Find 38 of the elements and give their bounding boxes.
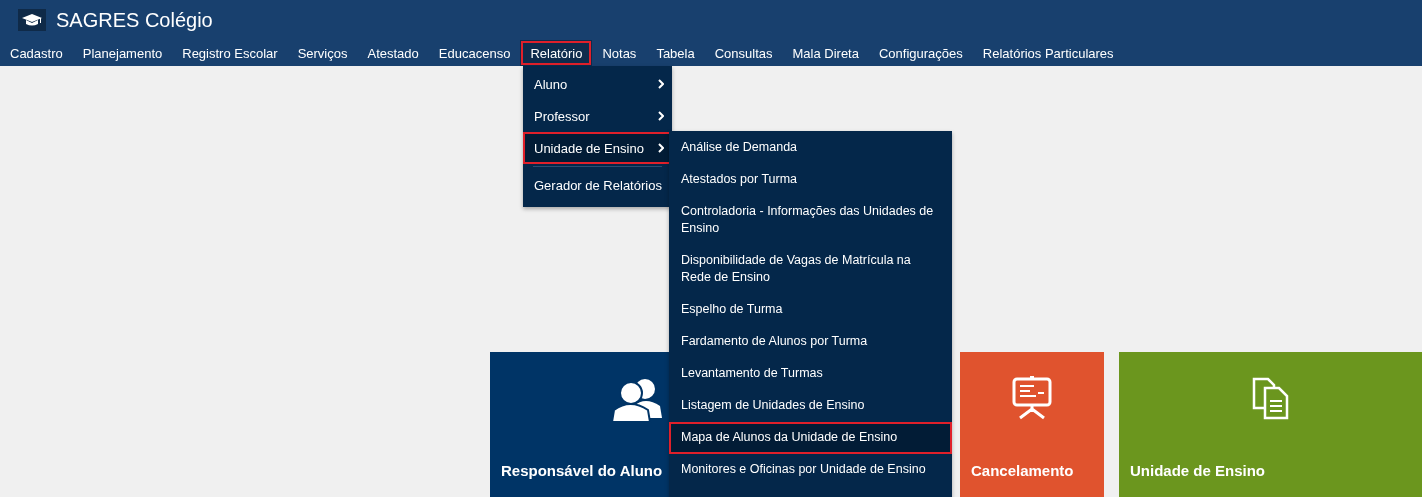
documents-icon: [1250, 376, 1291, 420]
menu-item[interactable]: Unidade de Ensino: [523, 132, 672, 164]
nav-menu-item[interactable]: Relatório: [520, 40, 593, 66]
tile-label: Responsável do Aluno: [501, 462, 663, 479]
nav-menu-item[interactable]: Cadastro: [0, 40, 73, 66]
submenu-item[interactable]: Análise de Demanda: [669, 132, 952, 164]
nav-menu-item[interactable]: Mala Direta: [782, 40, 869, 66]
presentation-board-icon: [1012, 376, 1052, 420]
submenu-item[interactable]: Fardamento de Alunos por Turma: [669, 326, 952, 358]
submenu-item[interactable]: Monitores e Oficinas por Unidade de Ensino: [669, 454, 952, 486]
submenu-item[interactable]: Controladoria - Informações das Unidades de Ensino: [669, 196, 952, 245]
people-icon: [610, 376, 664, 424]
tile-label: Cancelamento: [971, 462, 1074, 479]
nav-menu-item[interactable]: Notas: [592, 40, 647, 66]
menu-item[interactable]: Professor: [523, 100, 672, 132]
nav-menu-item[interactable]: Tabela: [646, 40, 705, 66]
nav-menu-item[interactable]: Consultas: [704, 40, 783, 66]
menu-tile[interactable]: Responsável do Aluno: [490, 352, 669, 497]
graduation-cap-icon: [18, 9, 46, 31]
submenu-item[interactable]: Levantamento de Turmas: [669, 358, 952, 390]
menu-tile[interactable]: Cancelamento: [960, 352, 1104, 497]
submenu-item[interactable]: Disponibilidade de Vagas de Matrícula na Rede de Ensino: [669, 245, 952, 294]
submenu-item[interactable]: Mapa de Alunos da Unidade de Ensino: [669, 422, 952, 454]
nav-menu-item[interactable]: Atestado: [357, 40, 429, 66]
nav-menu-item[interactable]: Planejamento: [72, 40, 173, 66]
menu-item[interactable]: Gerador de Relatórios: [523, 169, 672, 201]
nav-menu-item[interactable]: Relatórios Particulares: [972, 40, 1124, 66]
nav-menu-item[interactable]: Registro Escolar: [172, 40, 288, 66]
nav-menu-item[interactable]: Serviços: [287, 40, 358, 66]
menu-item[interactable]: Aluno: [523, 68, 672, 100]
nav-menu-item[interactable]: Educacenso: [428, 40, 521, 66]
app-title: SAGRES Colégio: [56, 8, 213, 32]
submenu-item[interactable]: Atestados por Turma: [669, 164, 952, 196]
menu-tile[interactable]: Unidade de Ensino: [1119, 352, 1422, 497]
submenu-item[interactable]: Espelho de Turma: [669, 294, 952, 326]
nav-menu-item[interactable]: Configurações: [868, 40, 973, 66]
submenu-item[interactable]: Listagem de Unidades de Ensino: [669, 390, 952, 422]
tile-label: Unidade de Ensino: [1130, 462, 1265, 479]
